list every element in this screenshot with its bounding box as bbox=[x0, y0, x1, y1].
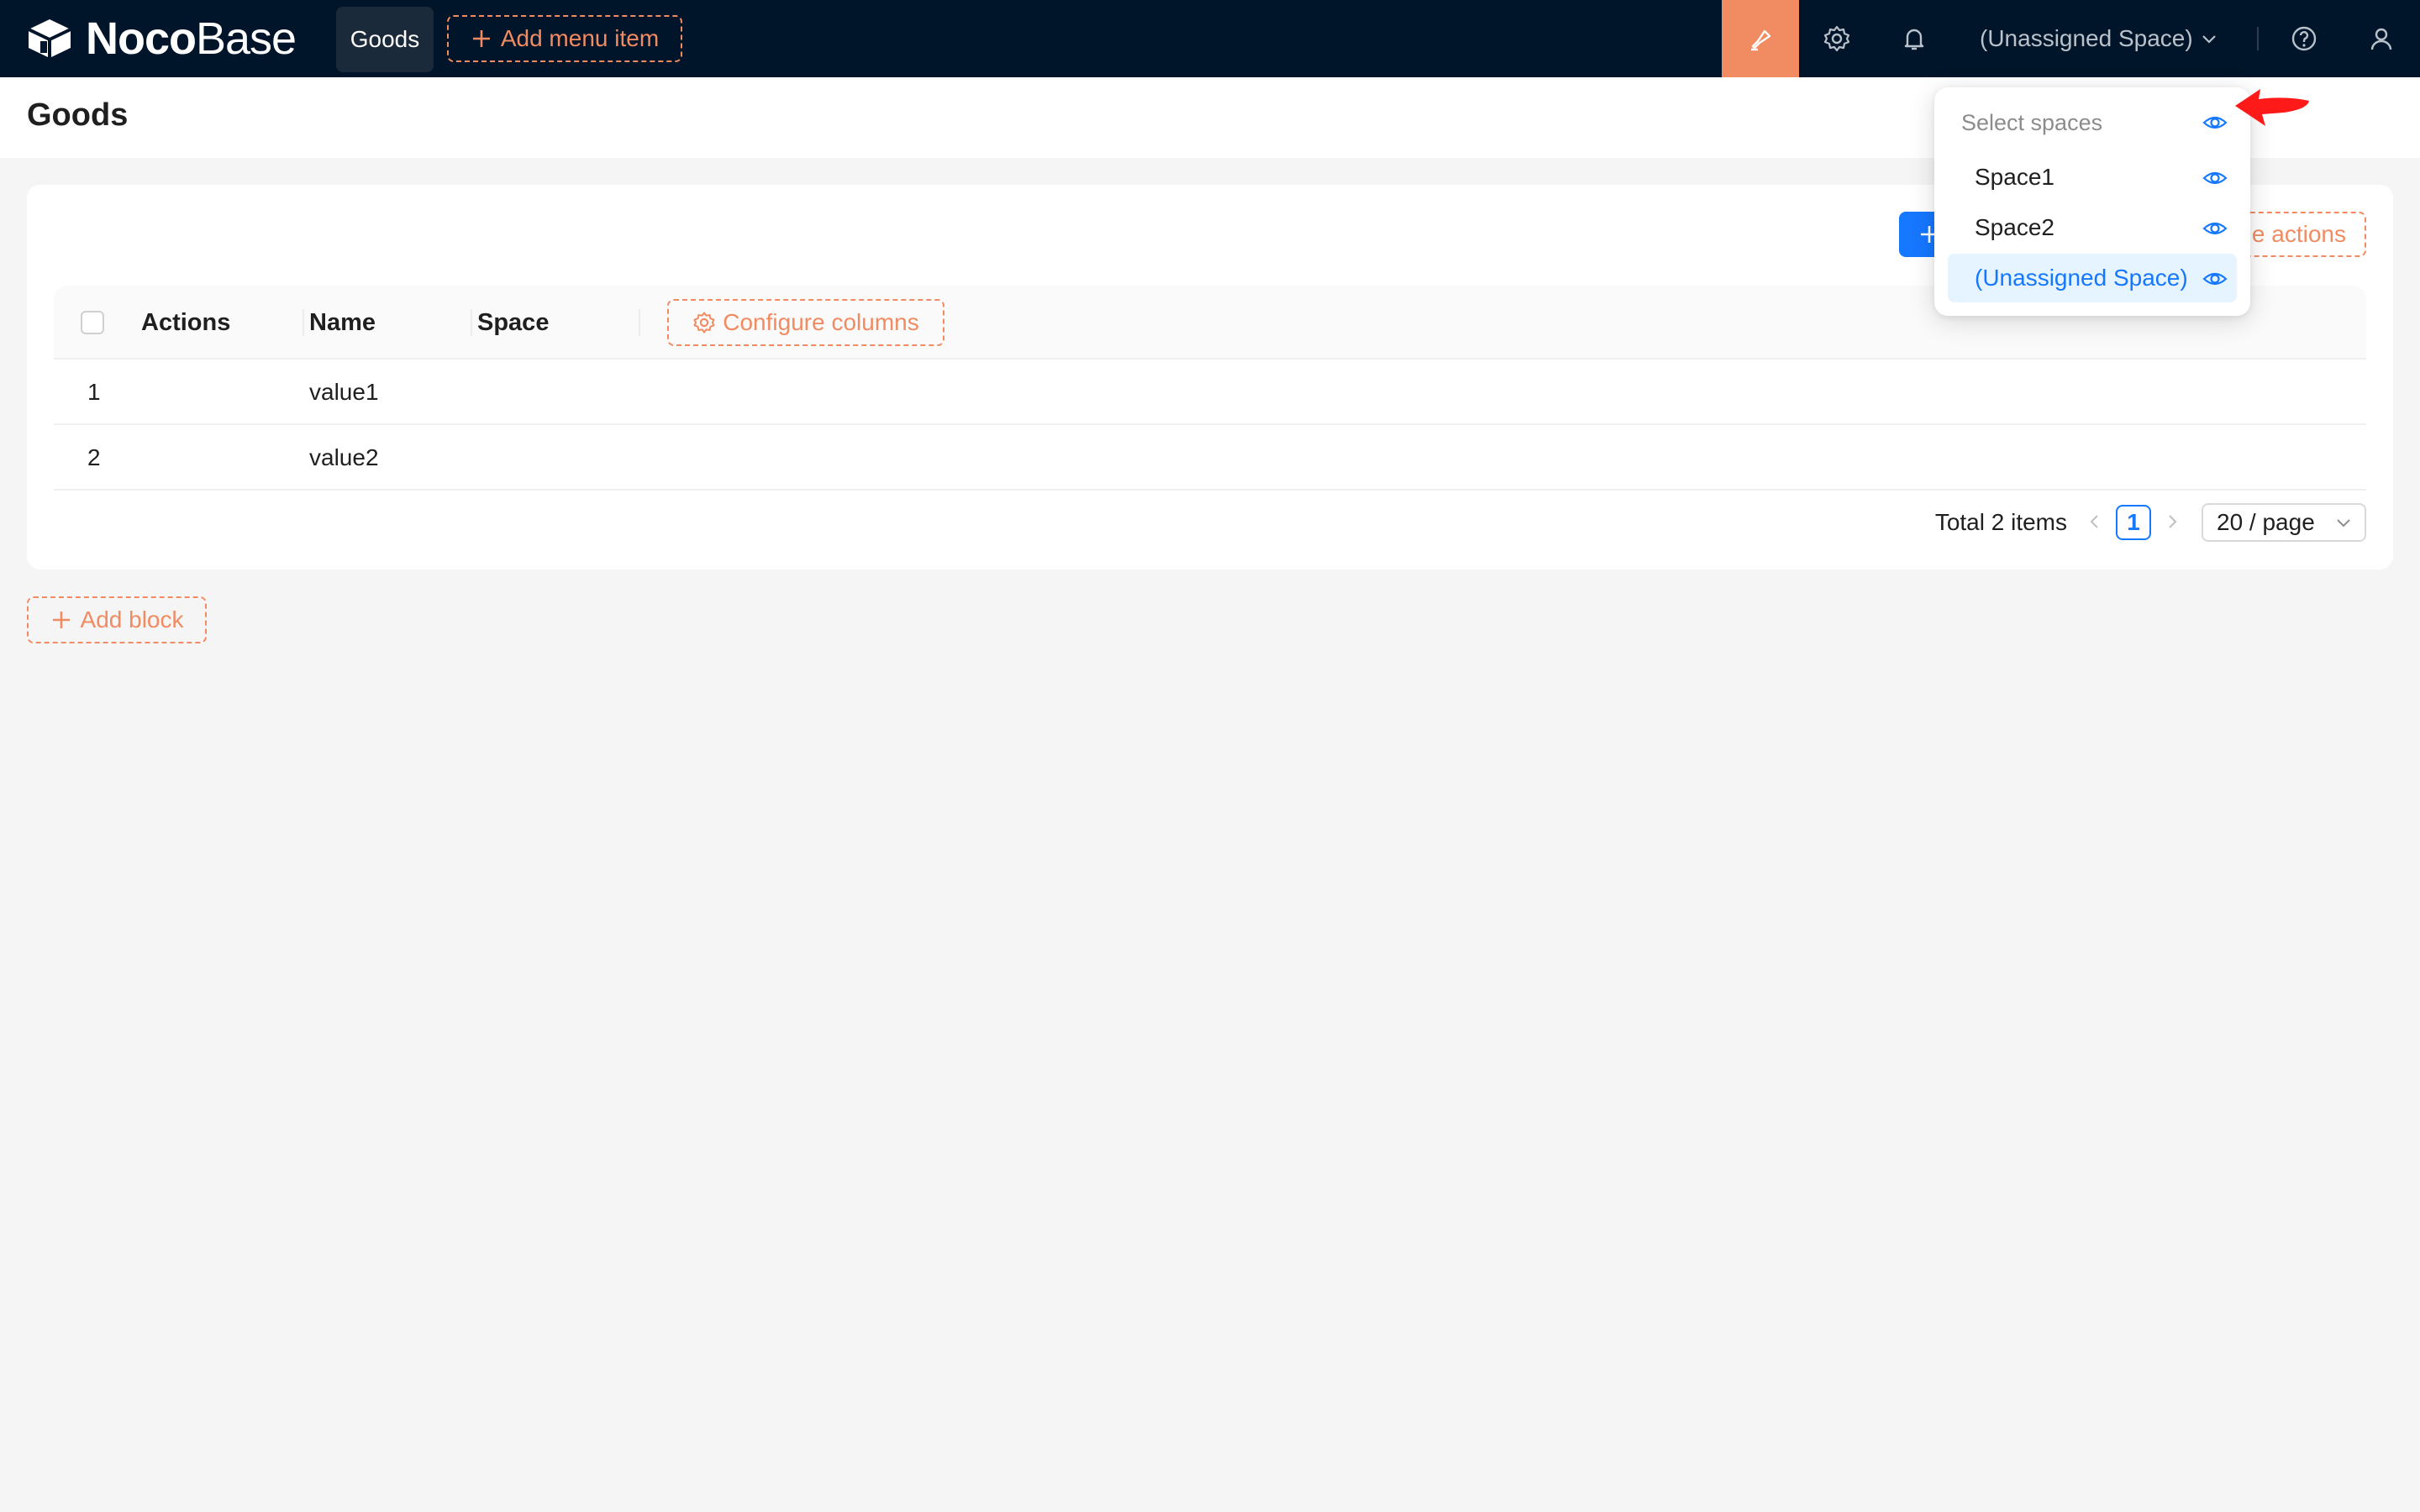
page-size-select[interactable]: 20 / page bbox=[2202, 503, 2366, 542]
space-option-space2[interactable]: Space2 bbox=[1948, 203, 2237, 252]
table-row[interactable]: 2 value2 bbox=[54, 425, 2366, 491]
top-navigation-bar: NocoBase Goods Add menu item (Unassigned… bbox=[0, 0, 2420, 77]
data-table: Actions Name Space Configure columns 1 v… bbox=[54, 286, 2366, 491]
settings-button[interactable] bbox=[1820, 22, 1854, 55]
plus-icon bbox=[472, 30, 490, 47]
pagination-page-current[interactable]: 1 bbox=[2116, 505, 2151, 540]
table-row[interactable]: 1 value1 bbox=[54, 360, 2366, 425]
pagination-prev-button[interactable] bbox=[2082, 510, 2107, 536]
unassigned-visibility-button[interactable] bbox=[2202, 265, 2228, 292]
help-button[interactable] bbox=[2287, 22, 2321, 55]
pagination: Total 2 items 1 20 / page bbox=[1935, 502, 2366, 543]
space-option-label: Space1 bbox=[1975, 164, 2054, 190]
add-menu-item-button[interactable]: Add menu item bbox=[447, 15, 682, 62]
chevron-down-icon bbox=[2337, 519, 2350, 528]
space-option-space1[interactable]: Space1 bbox=[1948, 153, 2237, 202]
page-title: Goods bbox=[27, 97, 129, 133]
pagination-next-button[interactable] bbox=[2160, 510, 2185, 536]
column-header-name: Name bbox=[309, 308, 376, 336]
page-size-value: 20 / page bbox=[2217, 509, 2315, 535]
red-arrow-pointer bbox=[2235, 89, 2309, 126]
ui-editor-toggle-button[interactable] bbox=[1722, 0, 1799, 77]
space2-visibility-button[interactable] bbox=[2202, 215, 2228, 242]
space-option-label: Space2 bbox=[1975, 214, 2054, 240]
chevron-left-icon bbox=[2090, 514, 2098, 528]
column-separator bbox=[302, 309, 304, 336]
user-icon bbox=[2370, 28, 2392, 50]
space-switcher[interactable]: (Unassigned Space) bbox=[1980, 22, 2218, 55]
row-index: 2 bbox=[87, 444, 101, 470]
notifications-button[interactable] bbox=[1897, 22, 1931, 55]
gear-icon bbox=[693, 312, 715, 333]
user-menu-button[interactable] bbox=[2365, 22, 2398, 55]
eye-icon bbox=[2202, 222, 2228, 235]
row-index: 1 bbox=[87, 379, 101, 405]
plus-icon bbox=[52, 612, 70, 628]
pagination-total: Total 2 items bbox=[1934, 509, 2067, 535]
eye-icon bbox=[2202, 272, 2228, 286]
dropdown-header: Select spaces bbox=[1961, 109, 2103, 135]
space1-visibility-button[interactable] bbox=[2202, 165, 2228, 192]
space-switcher-label: (Unassigned Space) bbox=[1980, 25, 2193, 51]
gear-icon bbox=[1823, 25, 1850, 52]
menu-item-goods-label: Goods bbox=[350, 26, 420, 52]
menu-item-goods[interactable]: Goods bbox=[336, 7, 434, 72]
column-header-actions: Actions bbox=[141, 308, 231, 336]
bell-icon bbox=[1904, 29, 1924, 50]
space-option-label: (Unassigned Space) bbox=[1975, 265, 2188, 291]
add-menu-item-label: Add menu item bbox=[500, 25, 660, 51]
eye-icon bbox=[2202, 116, 2228, 129]
select-all-checkbox[interactable] bbox=[81, 311, 104, 334]
column-separator bbox=[639, 309, 640, 336]
nocobase-logo-icon bbox=[28, 19, 71, 58]
chevron-right-icon bbox=[2169, 514, 2177, 528]
toggle-all-visibility-button[interactable] bbox=[2202, 109, 2228, 136]
eye-icon bbox=[2202, 171, 2228, 185]
space-select-dropdown: Select spaces Space1 Space2 (Unassigned … bbox=[1934, 87, 2250, 316]
nocobase-logo[interactable]: NocoBase bbox=[25, 13, 297, 64]
chevron-down-icon bbox=[2202, 35, 2216, 44]
highlighter-icon bbox=[1751, 29, 1771, 51]
cell-name: value1 bbox=[309, 379, 379, 405]
question-circle-icon bbox=[2291, 26, 2317, 51]
add-block-button[interactable]: Add block bbox=[27, 596, 207, 643]
column-separator bbox=[471, 309, 472, 336]
configure-columns-button[interactable]: Configure columns bbox=[667, 299, 944, 346]
configure-actions-label: e actions bbox=[2251, 221, 2346, 247]
cell-name: value2 bbox=[309, 444, 379, 470]
space-option-unassigned[interactable]: (Unassigned Space) bbox=[1948, 254, 2237, 302]
topbar-divider bbox=[2257, 27, 2259, 50]
add-block-label: Add block bbox=[80, 606, 184, 633]
column-header-space: Space bbox=[477, 308, 550, 336]
configure-columns-label: Configure columns bbox=[723, 309, 919, 335]
logo-text: NocoBase bbox=[86, 13, 297, 64]
